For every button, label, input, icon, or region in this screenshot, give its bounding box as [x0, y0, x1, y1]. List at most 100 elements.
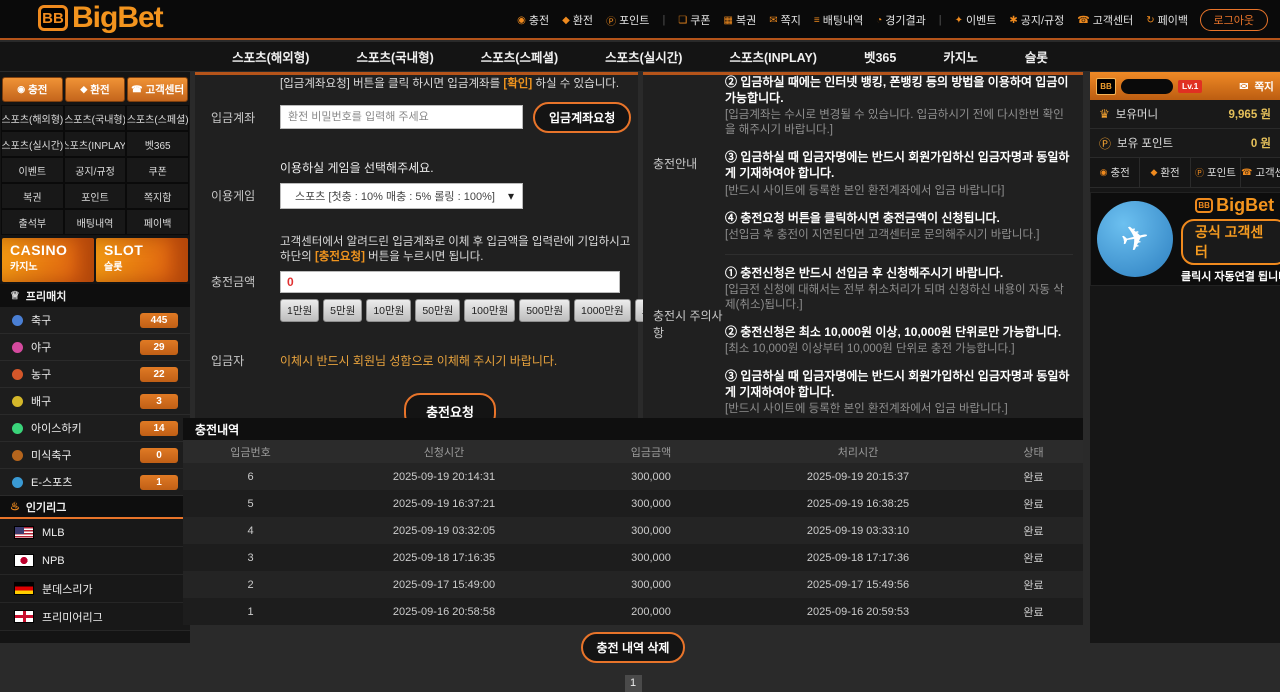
amount-10k-button[interactable]: 1만원: [280, 299, 319, 322]
note-text: 하실 수 있습니다.: [532, 78, 619, 90]
paper-plane-icon: ✈: [1117, 216, 1153, 261]
table-row: 1 2025-09-16 20:58:58 200,000 2025-09-16…: [183, 598, 1083, 625]
point-icon: Ⓟ: [1195, 166, 1204, 179]
header-nav-label: 배팅내역: [823, 12, 863, 28]
header-nav-coupon[interactable]: ❏쿠폰: [678, 12, 710, 28]
sidebar-item-lottery[interactable]: 복권: [1, 183, 64, 209]
sidebar-league-npb[interactable]: NPB: [0, 547, 190, 575]
guide-item-sub: [반드시 사이트에 등록한 본인 환전계좌에서 입금 바랍니다]: [725, 184, 1073, 199]
sidebar-item-betting-history[interactable]: 배팅내역: [64, 209, 127, 235]
header-nav-notice[interactable]: ✱공지/규정: [1009, 12, 1064, 28]
sidebar-sport-football[interactable]: 미식축구0: [0, 442, 190, 469]
money-label: 보유머니: [1116, 106, 1158, 122]
sidebar-sport-volleyball[interactable]: 배구3: [0, 388, 190, 415]
panel-charge-button[interactable]: ◉충전: [1090, 158, 1140, 187]
league-label: 분데스리가: [42, 581, 93, 597]
header-nav-charge[interactable]: ◉충전: [517, 12, 549, 28]
header-nav-lottery[interactable]: ▦복권: [724, 12, 757, 28]
sidebar-item-sports-special[interactable]: 스포츠(스페셜): [126, 105, 189, 131]
sidebar-league-mlb[interactable]: MLB: [0, 519, 190, 547]
sidebar-item-notice[interactable]: 공지/규정: [64, 157, 127, 183]
panel-point-button[interactable]: Ⓟ포인트: [1191, 158, 1241, 187]
brand-logo[interactable]: BB BigBet: [38, 1, 163, 35]
amount-50k-button[interactable]: 5만원: [323, 299, 362, 322]
sidebar-item-sports-overseas[interactable]: 스포츠(해외형): [1, 105, 64, 131]
guide-item-head: ④ 충전요청 버튼을 클릭하시면 충전금액이 신청됩니다.: [725, 210, 1073, 226]
cell-request-time: 2025-09-18 17:16:35: [318, 552, 570, 564]
sidebar-support-button[interactable]: ☎고객센터: [127, 77, 188, 102]
sidebar-item-sports-live[interactable]: 스포츠(실시간): [1, 131, 64, 157]
header-nav-event[interactable]: ✦이벤트: [955, 12, 997, 28]
basketball-icon: [12, 369, 23, 380]
table-row: 3 2025-09-18 17:16:35 300,000 2025-09-18…: [183, 544, 1083, 571]
sidebar-charge-button[interactable]: ◉충전: [2, 77, 63, 102]
header-nav-exchange[interactable]: ◆환전: [562, 12, 593, 28]
header-nav-support[interactable]: ☎고객센터: [1077, 12, 1133, 28]
header-nav-results[interactable]: ◔경기결과: [876, 12, 926, 28]
league-label: MLB: [42, 527, 65, 539]
logout-button[interactable]: 로그아웃: [1200, 9, 1268, 31]
amount-500k-button[interactable]: 50만원: [415, 299, 460, 322]
casino-banner[interactable]: CASINO 카지노: [2, 238, 94, 282]
crown-icon: ♛: [1099, 107, 1110, 121]
notice-icon: ✱: [1009, 15, 1017, 26]
quick-label: 고객센터: [145, 82, 184, 97]
coupon-icon: ❏: [678, 15, 687, 26]
header-nav-message[interactable]: ✉쪽지: [769, 12, 801, 28]
exchange-icon: ◆: [1150, 167, 1157, 178]
sidebar-item-event[interactable]: 이벤트: [1, 157, 64, 183]
sport-count-badge: 0: [140, 448, 178, 463]
message-link[interactable]: 쪽지: [1254, 79, 1273, 94]
sidebar-item-sports-inplay[interactable]: 스포츠(INPLAY): [64, 131, 127, 157]
tab-sports-special[interactable]: 스포츠(스페셜): [481, 47, 558, 66]
tab-slot[interactable]: 슬롯: [1025, 47, 1048, 66]
sidebar-item-sports-domestic[interactable]: 스포츠(국내형): [64, 105, 127, 131]
tab-sports-inplay[interactable]: 스포츠(INPLAY): [729, 47, 817, 66]
sidebar-item-attendance[interactable]: 출석부: [1, 209, 64, 235]
sidebar-exchange-button[interactable]: ◆환전: [65, 77, 126, 102]
pagination-page-1[interactable]: 1: [625, 675, 642, 692]
sidebar-sport-soccer[interactable]: 축구445: [0, 307, 190, 334]
divider: [725, 254, 1073, 255]
sidebar-quick-buttons: ◉충전 ◆환전 ☎고객센터: [0, 72, 190, 104]
england-flag-icon: [14, 610, 34, 623]
user-panel-buttons: ◉충전 ◆환전 Ⓟ포인트 ☎고객센터: [1090, 158, 1280, 188]
header-nav-point[interactable]: Ⓟ포인트: [606, 12, 649, 28]
sidebar-sport-esports[interactable]: E-스포츠1: [0, 469, 190, 496]
header-nav-betting-history[interactable]: ≡배팅내역: [814, 12, 863, 28]
account-request-button[interactable]: 입금계좌요청: [533, 102, 631, 133]
sidebar-item-payback[interactable]: 페이백: [126, 209, 189, 235]
sidebar-item-point[interactable]: 포인트: [64, 183, 127, 209]
depositor-label: 입금자: [195, 352, 280, 369]
panel-exchange-button[interactable]: ◆환전: [1140, 158, 1190, 187]
tab-casino[interactable]: 카지노: [943, 47, 978, 66]
sidebar-item-coupon[interactable]: 쿠폰: [126, 157, 189, 183]
delete-history-button[interactable]: 충전 내역 삭제: [581, 632, 686, 663]
amount-5m-button[interactable]: 500만원: [519, 299, 570, 322]
support-icon: ☎: [1077, 15, 1089, 26]
amount-1m-button[interactable]: 100만원: [464, 299, 515, 322]
exchange-password-input[interactable]: [280, 105, 523, 129]
header-nav-payback[interactable]: ↻페이백: [1146, 12, 1188, 28]
sidebar-league-premier[interactable]: 프리미어리그: [0, 603, 190, 631]
tab-sports-overseas[interactable]: 스포츠(해외형): [232, 47, 309, 66]
tab-sports-live[interactable]: 스포츠(실시간): [605, 47, 682, 66]
tab-bet365[interactable]: 벳365: [864, 47, 896, 66]
panel-support-button[interactable]: ☎고객센터: [1241, 158, 1280, 187]
amount-10m-button[interactable]: 1000만원: [574, 299, 631, 322]
slot-banner[interactable]: SLOT 슬롯: [96, 238, 188, 282]
amount-input[interactable]: [280, 271, 620, 293]
sidebar-league-bundesliga[interactable]: 분데스리가: [0, 575, 190, 603]
amount-100k-button[interactable]: 10만원: [366, 299, 411, 322]
support-icon: ☎: [131, 84, 142, 95]
sidebar-sport-baseball[interactable]: 야구29: [0, 334, 190, 361]
sidebar-sport-icehockey[interactable]: 아이스하키14: [0, 415, 190, 442]
guide-item-sub: [입금전 신청에 대해서는 전부 취소처리가 되며 신청하신 내용이 자동 삭제…: [725, 283, 1073, 313]
game-select[interactable]: 스포츠 [첫충 : 10% 매충 : 5% 롤링 : 100%] ▾: [280, 183, 523, 209]
sidebar-item-bet365[interactable]: 벳365: [126, 131, 189, 157]
sidebar-item-messagebox[interactable]: 쪽지함: [126, 183, 189, 209]
cell-status: 완료: [984, 523, 1083, 539]
tab-sports-domestic[interactable]: 스포츠(국내형): [356, 47, 433, 66]
telegram-support-banner[interactable]: ✈ BB BigBet 공식 고객센터 클릭시 자동연결 됩니다: [1090, 192, 1280, 286]
sidebar-sport-basketball[interactable]: 농구22: [0, 361, 190, 388]
